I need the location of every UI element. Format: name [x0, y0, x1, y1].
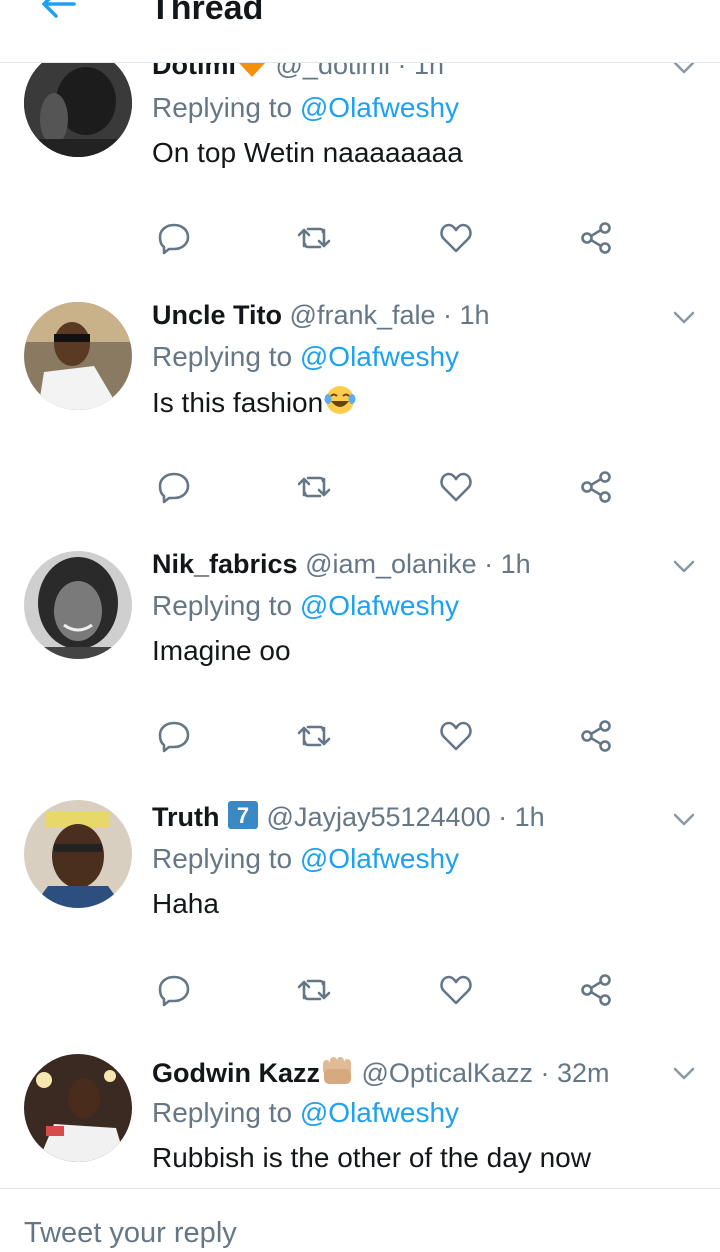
avatar[interactable] [24, 551, 132, 659]
display-name[interactable]: Uncle Tito [152, 300, 282, 330]
reply-icon[interactable] [156, 718, 192, 754]
avatar[interactable] [24, 49, 132, 157]
replying-to: Replying to @Olafweshy [152, 1097, 460, 1128]
like-icon[interactable] [438, 220, 474, 256]
retweet-icon[interactable] [296, 718, 332, 754]
tweet-time: 32m [556, 1058, 610, 1088]
replying-to: Replying to @Olafweshy [152, 341, 460, 372]
tweet-actions [152, 718, 632, 758]
tweet-header: Nik_fabrics @iam_olanike · 1h [152, 549, 531, 579]
tweet-text-row: Is this fashion [152, 384, 357, 425]
user-handle[interactable]: @OpticalKazz [362, 1058, 533, 1088]
like-icon[interactable] [438, 972, 474, 1008]
reply-input[interactable]: Tweet your reply [24, 1217, 237, 1250]
avatar[interactable] [24, 1054, 132, 1162]
reply-icon[interactable] [156, 972, 192, 1008]
tweet-header: Uncle Tito @frank_fale · 1h [152, 300, 490, 330]
reply-icon[interactable] [156, 469, 192, 505]
tweet-time: 1h [514, 802, 545, 832]
like-icon[interactable] [438, 718, 474, 754]
tweet-text: Is this fashion [152, 387, 324, 418]
display-name[interactable]: Nik_fabrics [152, 549, 298, 579]
avatar[interactable] [24, 302, 132, 410]
chevron-down-icon[interactable] [672, 1066, 696, 1082]
tweet-text: Rubbish is the other of the day now [152, 1142, 591, 1173]
share-icon[interactable] [578, 220, 614, 256]
tweet-item[interactable]: Nik_fabrics @iam_olanike · 1h Replying t… [0, 527, 720, 777]
avatar[interactable] [24, 800, 132, 908]
display-name[interactable]: Truth [152, 802, 220, 832]
tweet-item[interactable]: Truth 7 @Jayjay55124400 · 1h Replying to… [0, 776, 720, 1031]
display-name[interactable]: Godwin Kazz [152, 1058, 320, 1088]
chevron-down-icon[interactable] [672, 310, 696, 326]
replying-to-user-link[interactable]: @Olafweshy [300, 590, 459, 621]
tweet-item[interactable]: Godwin Kazz @OpticalKazz · 32m Replying … [0, 1030, 720, 1188]
tweet-text: Imagine oo [152, 635, 291, 666]
replying-to-user-link[interactable]: @Olafweshy [300, 92, 459, 123]
like-icon[interactable] [438, 469, 474, 505]
replying-to-user-link[interactable]: @Olafweshy [300, 1097, 459, 1128]
share-icon[interactable] [578, 469, 614, 505]
tweet-header: Truth 7 @Jayjay55124400 · 1h [152, 800, 545, 838]
replying-to-user-link[interactable]: @Olafweshy [300, 843, 459, 874]
laughing-tears-icon [323, 384, 357, 425]
tweet-header: Godwin Kazz @OpticalKazz · 32m [152, 1054, 610, 1094]
replying-to: Replying to @Olafweshy [152, 843, 460, 874]
tweet-time: 1h [500, 549, 531, 579]
tweet-text: Haha [152, 888, 219, 919]
retweet-icon[interactable] [296, 469, 332, 505]
replying-to-user-link[interactable]: @Olafweshy [300, 341, 459, 372]
replying-to: Replying to @Olafweshy [152, 92, 460, 123]
arrow-left-icon[interactable] [36, 0, 80, 26]
share-icon[interactable] [578, 718, 614, 754]
user-handle[interactable]: @Jayjay55124400 [267, 802, 491, 832]
replying-to: Replying to @Olafweshy [152, 590, 460, 621]
reply-composer[interactable]: Tweet your reply [0, 1188, 720, 1252]
app-header: Thread [0, 0, 720, 63]
tweet-actions [152, 469, 632, 509]
chevron-down-icon[interactable] [672, 559, 696, 575]
chevron-down-icon[interactable] [672, 812, 696, 828]
thread-feed: Dotimi @_dotimi · 1h Replying to @Olafwe… [0, 0, 720, 1251]
tweet-actions [152, 220, 632, 260]
tweet-actions [152, 972, 632, 1012]
retweet-icon[interactable] [296, 220, 332, 256]
retweet-icon[interactable] [296, 972, 332, 1008]
tweet-time: 1h [459, 300, 490, 330]
page-title: Thread [150, 0, 264, 27]
tweet-text: On top Wetin naaaaaaaa [152, 137, 463, 168]
raised-fist-icon [320, 1054, 354, 1094]
user-handle[interactable]: @iam_olanike [305, 549, 477, 579]
share-icon[interactable] [578, 972, 614, 1008]
keycap-7-label: 7 [237, 803, 249, 828]
reply-icon[interactable] [156, 220, 192, 256]
keycap-7-icon: 7 [227, 800, 259, 838]
tweet-item[interactable]: Uncle Tito @frank_fale · 1h Replying to … [0, 278, 720, 528]
user-handle[interactable]: @frank_fale [290, 300, 436, 330]
